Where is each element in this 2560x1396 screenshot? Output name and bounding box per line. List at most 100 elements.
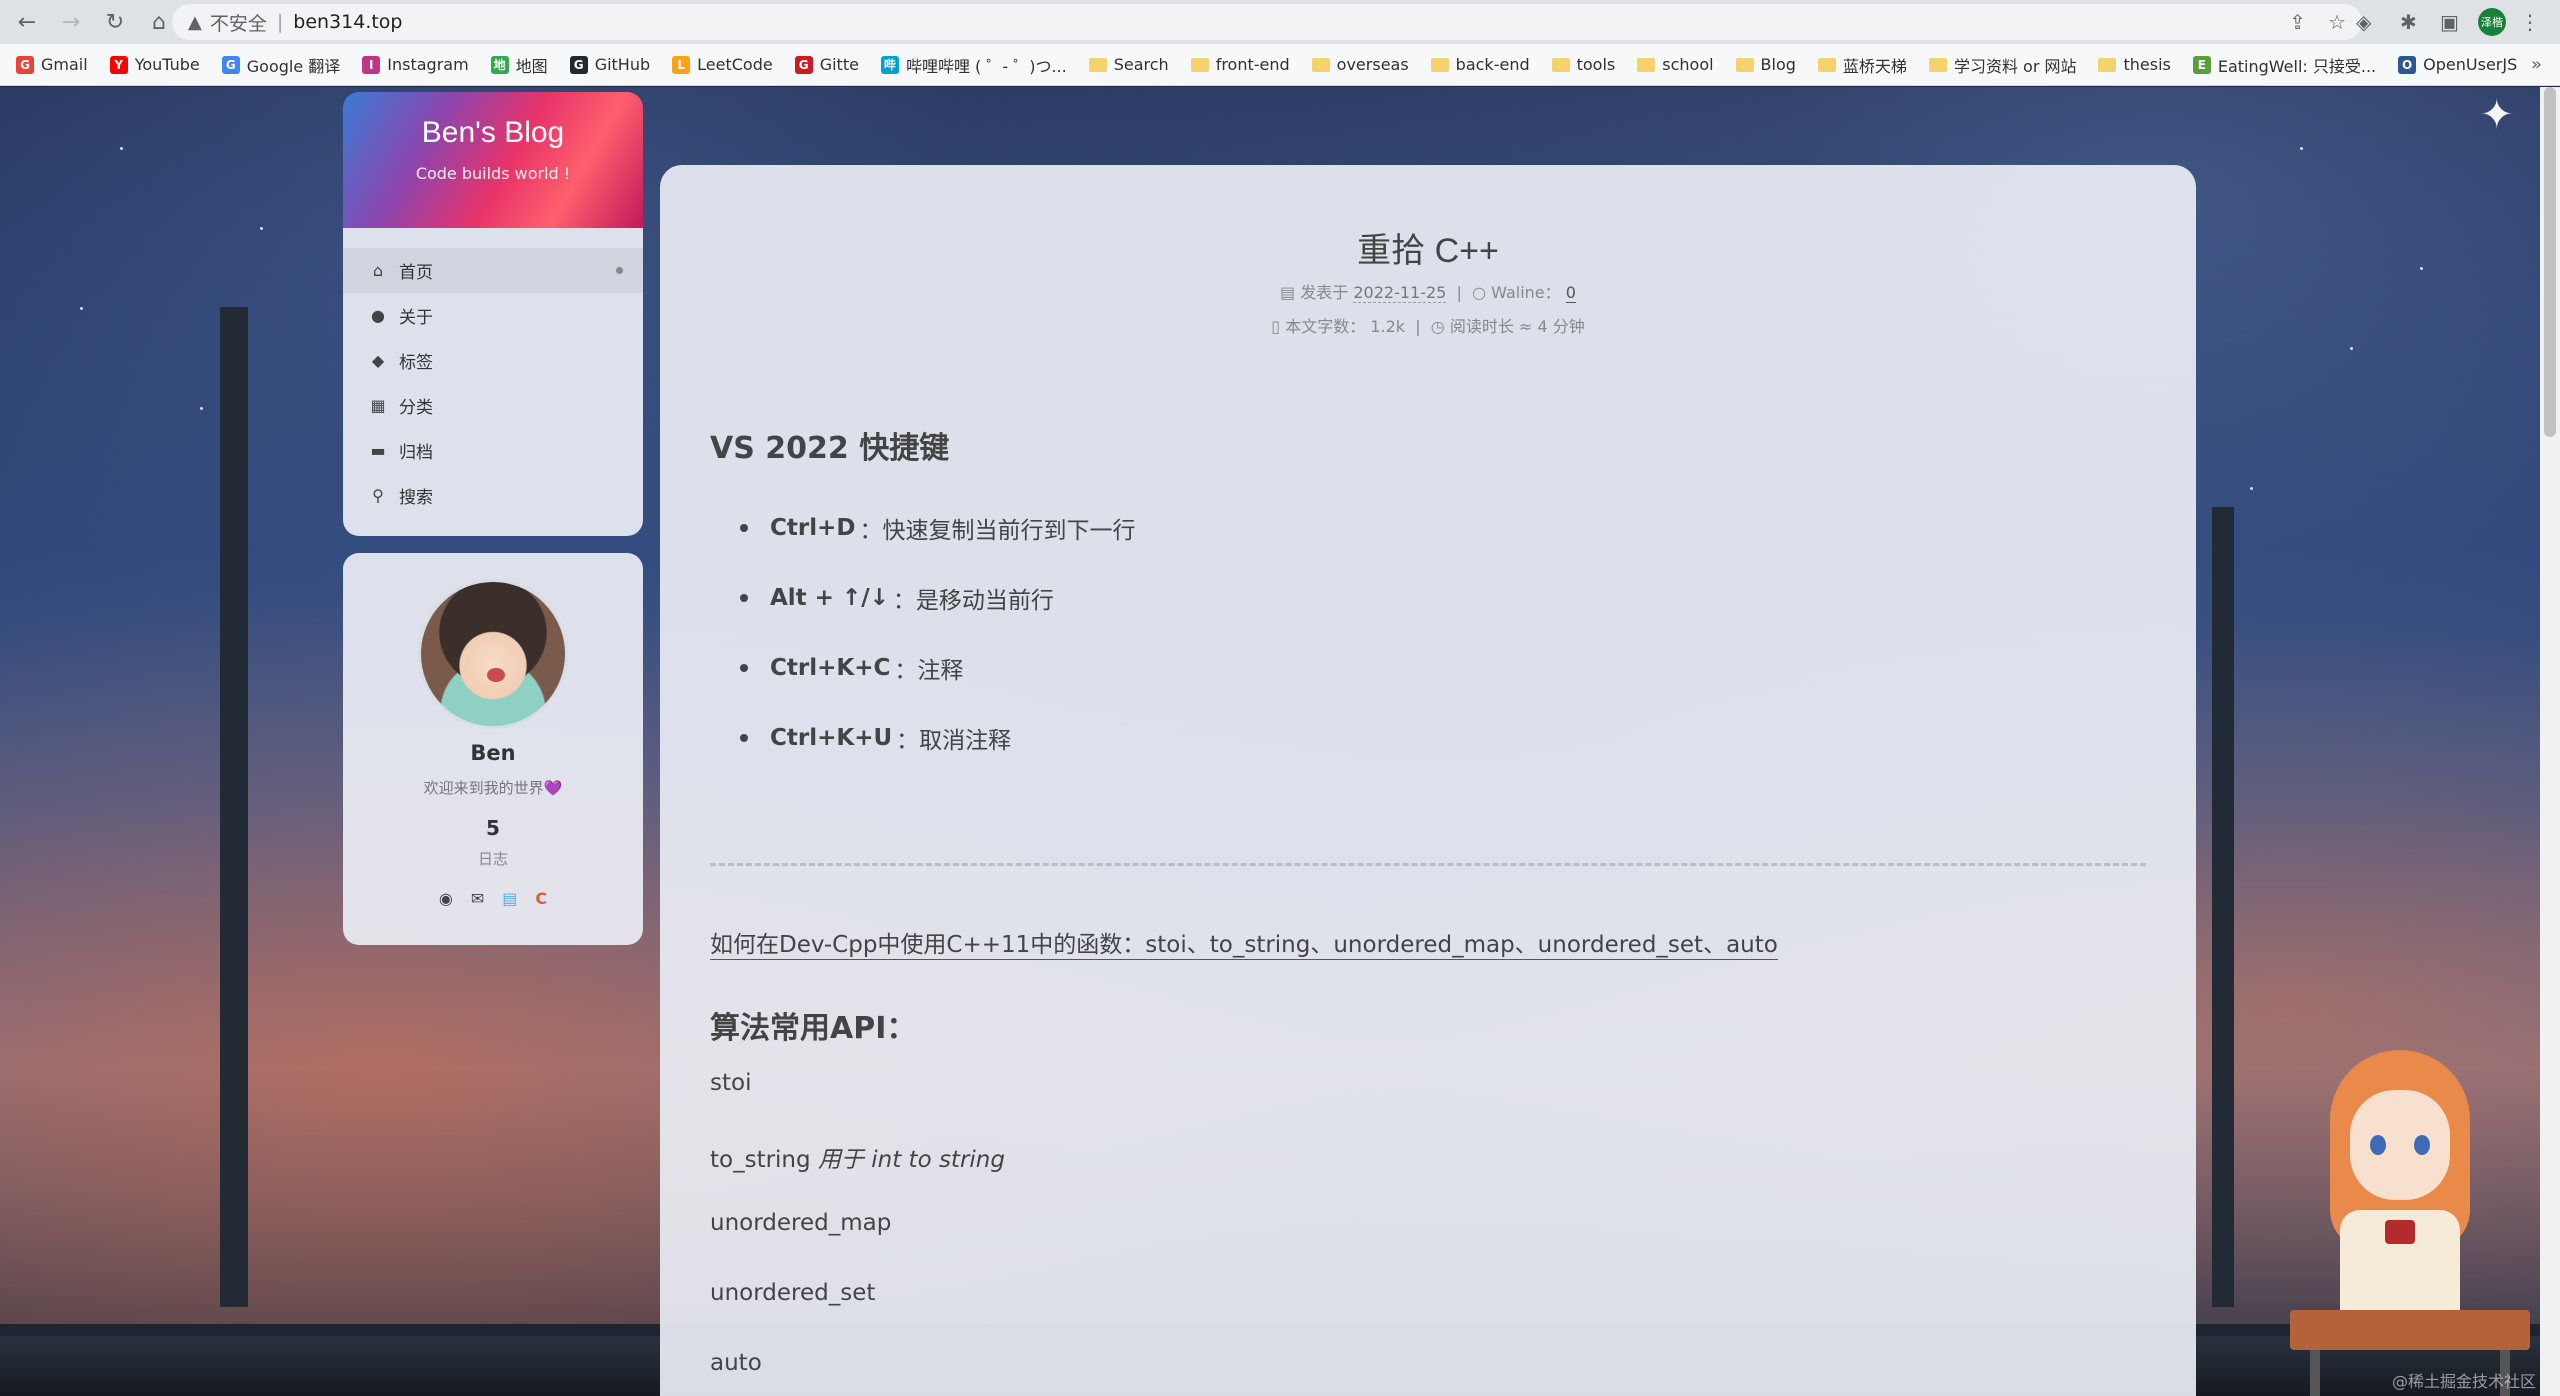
site-title[interactable]: Ben's Blog bbox=[343, 116, 643, 150]
bookmark-item[interactable]: 学习资料 or 网站 bbox=[1928, 53, 2077, 77]
bookmark-item[interactable]: L LeetCode bbox=[672, 55, 773, 74]
post-title: 重拾 C++ bbox=[1357, 232, 1499, 270]
bookmark-item[interactable]: G GitHub bbox=[569, 55, 650, 74]
bookmark-item[interactable]: Blog bbox=[1735, 55, 1796, 74]
eatingwell-icon: E bbox=[2192, 55, 2211, 74]
bookmark-item[interactable]: G Gitte bbox=[794, 55, 859, 74]
home-icon[interactable]: ⌂ bbox=[142, 5, 176, 39]
calendar-icon: ▤ bbox=[1280, 283, 1296, 302]
bookmark-label: Google 翻译 bbox=[246, 56, 341, 76]
sidebar-item-archives[interactable]: ▬ 归档 bbox=[343, 428, 643, 473]
site-brand[interactable]: Ben's Blog Code builds world ! bbox=[343, 92, 643, 228]
sidebar-item-search[interactable]: ⚲ 搜索 bbox=[343, 473, 643, 518]
shortcut-desc: ：取消注释 bbox=[896, 728, 1012, 754]
side-panel-icon[interactable]: ▣ bbox=[2440, 6, 2459, 38]
post-date: 2022-11-25 bbox=[1353, 283, 1447, 303]
folder-icon bbox=[1928, 57, 1947, 72]
url-text[interactable]: ben314.top bbox=[293, 11, 402, 33]
devcpp-article-link[interactable]: 如何在Dev-Cpp中使用C++11中的函数：stoi、to_string、un… bbox=[710, 925, 1778, 960]
reload-icon[interactable]: ↻ bbox=[98, 5, 132, 39]
maps-icon: 地 bbox=[490, 55, 509, 74]
sidebar-item-label: 关于 bbox=[399, 308, 433, 328]
bookmark-item[interactable]: G Google 翻译 bbox=[221, 53, 341, 77]
bookmark-item[interactable]: I Instagram bbox=[362, 55, 469, 74]
bookmark-label: 学习资料 or 网站 bbox=[1953, 56, 2077, 76]
bookmark-label: LeetCode bbox=[697, 55, 773, 74]
warning-icon: ▲ bbox=[188, 11, 202, 33]
bookmark-star-icon[interactable]: ☆ bbox=[2328, 10, 2346, 34]
bookmark-label: 哔哩哔哩 ( ゜- ゜)つ... bbox=[905, 56, 1067, 76]
bookmark-label: tools bbox=[1576, 55, 1616, 74]
github-corner-icon[interactable]: ✦ bbox=[2480, 92, 2540, 152]
bookmark-item[interactable]: overseas bbox=[1311, 55, 1409, 74]
comment-icon: ○ bbox=[1472, 283, 1487, 302]
bookmark-item[interactable]: school bbox=[1637, 55, 1714, 74]
bookmark-item[interactable]: G Gmail bbox=[16, 55, 88, 74]
bookmark-item[interactable]: 地地图 bbox=[490, 53, 548, 77]
bookmark-label: YouTube bbox=[134, 55, 200, 74]
sidebar-item-label: 首页 bbox=[399, 263, 433, 283]
author-profile-card: Ben 欢迎来到我的世界💜 5 日志 ◉ ✉ ▤ C bbox=[343, 553, 643, 945]
list-item: Alt + ↑/↓ ：是移动当前行 bbox=[710, 563, 1135, 633]
bookmark-item[interactable]: back-end bbox=[1430, 55, 1530, 74]
puzzle-extensions-icon[interactable]: ✱ bbox=[2400, 6, 2417, 38]
bookmark-label: front-end bbox=[1215, 55, 1290, 74]
api-line: unordered_map bbox=[710, 1210, 892, 1236]
sidebar-item-categories[interactable]: ▦ 分类 bbox=[343, 383, 643, 428]
folder-icon bbox=[1637, 57, 1656, 72]
sidebar-item-tags[interactable]: ◆ 标签 bbox=[343, 338, 643, 383]
calendar-icon[interactable]: ▤ bbox=[502, 889, 517, 908]
profile-avatar[interactable]: 泽楷 bbox=[2478, 6, 2506, 38]
sidebar-menu: ⌂ 首页 ● 关于 ◆ 标签 ▦ 分类 ▬ 归档 ⚲ 搜索 bbox=[343, 228, 643, 536]
comment-count[interactable]: 0 bbox=[1565, 283, 1576, 303]
bookmark-label: school bbox=[1662, 55, 1714, 74]
bookmark-item[interactable]: tools bbox=[1551, 55, 1616, 74]
address-bar[interactable]: ▲ 不安全 | ben314.top ⇪ ☆ bbox=[172, 4, 2362, 40]
github-icon[interactable]: ◉ bbox=[439, 889, 453, 908]
gmail-icon: G bbox=[16, 55, 34, 74]
page-scrollbar[interactable] bbox=[2540, 87, 2560, 1396]
bookmark-item[interactable]: 蓝桥天梯 bbox=[1817, 53, 1907, 77]
live2d-mascot[interactable] bbox=[2290, 1050, 2530, 1396]
share-icon[interactable]: ⇪ bbox=[2289, 10, 2306, 34]
scrollbar-thumb[interactable] bbox=[2544, 87, 2556, 437]
grid-icon: ▦ bbox=[370, 396, 386, 415]
api-line: unordered_set bbox=[710, 1280, 876, 1306]
shortcut-key: Alt + ↑/↓ bbox=[770, 585, 889, 611]
bookmark-item[interactable]: Search bbox=[1088, 55, 1169, 74]
bookmark-item[interactable]: O OpenUserJS bbox=[2398, 55, 2517, 74]
bookmark-item[interactable]: E EatingWell: 只接受... bbox=[2192, 53, 2376, 77]
bookmark-label: OpenUserJS bbox=[2423, 55, 2518, 74]
bookmark-item[interactable]: 哔哔哩哔哩 ( ゜- ゜)つ... bbox=[880, 53, 1067, 77]
bilibili-icon: 哔 bbox=[880, 55, 899, 74]
posts-count[interactable]: 5 bbox=[343, 816, 643, 840]
bookmark-label: thesis bbox=[2123, 55, 2171, 74]
back-arrow-icon[interactable]: ← bbox=[10, 5, 44, 39]
shortcut-key: Ctrl+K+U bbox=[770, 725, 893, 751]
bookmark-item[interactable]: thesis bbox=[2098, 55, 2171, 74]
archive-icon: ▬ bbox=[370, 441, 386, 460]
site-subtitle: Code builds world ! bbox=[415, 164, 571, 183]
email-icon[interactable]: ✉ bbox=[471, 889, 484, 908]
extension-icon[interactable]: ◈ bbox=[2356, 6, 2371, 38]
shortcut-list: Ctrl+D ：快速复制当前行到下一行 Alt + ↑/↓ ：是移动当前行 Ctrl… bbox=[710, 493, 1135, 773]
bookmark-item[interactable]: front-end bbox=[1190, 55, 1290, 74]
bookmark-item[interactable]: Y YouTube bbox=[109, 55, 200, 74]
bookmark-label: Gitte bbox=[819, 55, 859, 74]
posts-count-label[interactable]: 日志 bbox=[343, 848, 643, 869]
home-icon: ⌂ bbox=[372, 261, 384, 280]
api-line: auto bbox=[710, 1350, 762, 1376]
folder-icon bbox=[2098, 57, 2117, 72]
sidebar-item-about[interactable]: ● 关于 bbox=[343, 293, 643, 338]
more-bookmarks-icon[interactable]: » bbox=[2531, 54, 2542, 75]
sidebar-item-label: 搜索 bbox=[399, 488, 433, 508]
menu-kebab-icon[interactable]: ⋮ bbox=[2520, 6, 2540, 38]
folder-icon bbox=[1551, 57, 1570, 72]
post-meta: ▤ 发表于 2022-11-25 | ○ Waline： 0 bbox=[1280, 283, 1576, 303]
folder-icon bbox=[1817, 57, 1836, 72]
bookmark-label: overseas bbox=[1336, 55, 1409, 74]
youtube-icon: Y bbox=[109, 55, 128, 74]
sidebar-item-home[interactable]: ⌂ 首页 bbox=[343, 248, 643, 293]
csdn-icon[interactable]: C bbox=[535, 889, 547, 908]
forward-arrow-icon[interactable]: → bbox=[54, 5, 88, 39]
